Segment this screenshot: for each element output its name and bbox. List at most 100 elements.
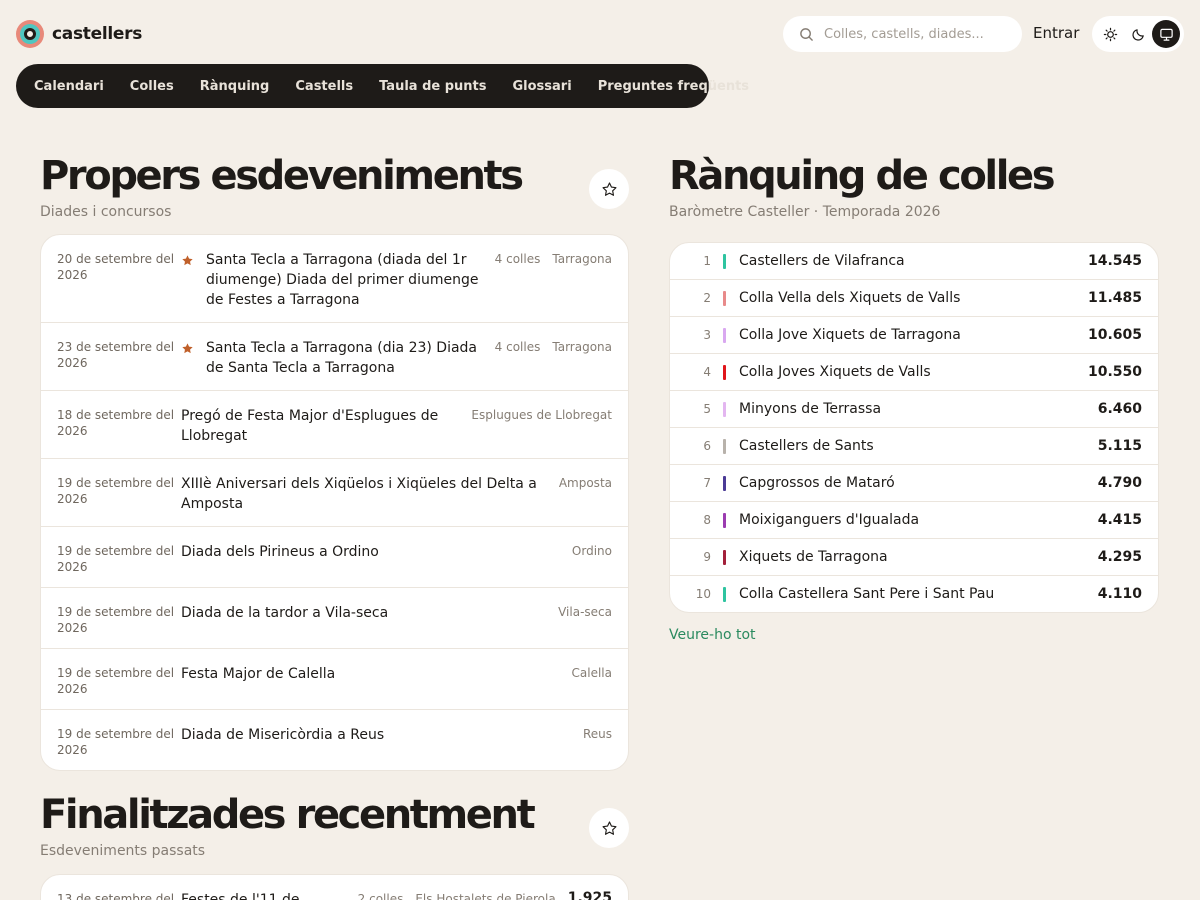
event-city: Vila-seca (558, 605, 612, 619)
event-name: Diada de Misericòrdia a Reus (181, 727, 385, 743)
event-name: Pregó de Festa Major d'Esplugues de Llob… (181, 408, 439, 444)
event-date: 19 de setembre del 2026 (57, 476, 175, 506)
colla-color-bar (723, 586, 726, 602)
search-icon (800, 27, 813, 41)
nav-item-taula-de-punts[interactable]: Taula de punts (379, 79, 486, 94)
table-row[interactable]: 7 Capgrossos de Mataró 4.790 (670, 464, 1158, 501)
table-row[interactable]: 2 Colla Vella dels Xiquets de Valls 11.485 (670, 279, 1158, 316)
colla-points: 5.115 (1097, 438, 1142, 454)
upcoming-title: Propers esdeveniments (40, 153, 524, 199)
list-item[interactable]: 23 de setembre del 2026 Santa Tecla a Tar… (41, 322, 628, 390)
search-box[interactable] (783, 16, 1022, 52)
colla-points: 6.460 (1097, 401, 1142, 417)
table-row[interactable]: 3 Colla Jove Xiquets de Tarragona 10.605 (670, 316, 1158, 353)
system-theme-button[interactable] (1152, 20, 1180, 48)
table-row[interactable]: 6 Castellers de Sants 5.115 (670, 427, 1158, 464)
list-item[interactable]: 19 de setembre del 2026 XIIIè Aniversari … (41, 458, 628, 526)
nav-item-calendari[interactable]: Calendari (34, 79, 104, 94)
rank-position: 2 (703, 291, 711, 305)
finished-events-list: 13 de setembre del Festes de l'11 de Set… (40, 874, 629, 900)
colla-points: 11.485 (1087, 290, 1142, 306)
nav-item-glossari[interactable]: Glossari (513, 79, 572, 94)
logo-text: castellers (52, 24, 143, 44)
colla-color-bar (723, 438, 726, 454)
colla-color-bar (723, 401, 726, 417)
colla-color-bar (723, 327, 726, 343)
table-row[interactable]: 8 Moixiganguers d'Igualada 4.415 (670, 501, 1158, 538)
rank-position: 1 (703, 254, 711, 268)
theme-switcher (1092, 16, 1184, 52)
upcoming-events-list: 20 de setembre del 2026 Santa Tecla a Tar… (40, 234, 629, 771)
event-city: Reus (582, 727, 612, 741)
search-input[interactable] (824, 26, 1004, 42)
event-name: Diada de la tardor a Vila-seca (181, 605, 389, 621)
rank-position: 6 (703, 439, 711, 453)
colla-name: Castellers de Vilafranca (739, 253, 905, 269)
colla-name: Colla Joves Xiquets de Valls (739, 364, 931, 380)
table-row[interactable]: 4 Colla Joves Xiquets de Valls 10.550 (670, 353, 1158, 390)
finished-title: Finalitzades recentment (40, 792, 536, 838)
colla-name: Castellers de Sants (739, 438, 874, 454)
rank-position: 5 (703, 402, 711, 416)
rank-position: 10 (695, 587, 711, 601)
colla-color-bar (723, 475, 726, 491)
colla-color-bar (723, 364, 726, 380)
event-date: 19 de setembre del 2026 (57, 666, 175, 696)
list-item[interactable]: 19 de setembre del 2026 Diada dels Pirine… (41, 526, 628, 587)
event-colles-count: 4 colles (494, 252, 541, 266)
star-outline-icon (601, 820, 617, 835)
event-name: Festes de l'11 de Setembre (181, 892, 300, 900)
colla-color-bar (723, 290, 726, 306)
event-city: Ordino (571, 544, 612, 558)
event-city: Esplugues de Llobregat (471, 408, 612, 422)
star-outline-icon (601, 181, 617, 196)
login-link[interactable]: Entrar (1033, 24, 1079, 42)
event-date: 19 de setembre del 2026 (57, 544, 175, 574)
nav-item-preguntes[interactable]: Preguntes freqüents (598, 79, 749, 94)
event-city: Tarragona (552, 340, 612, 354)
event-name: Santa Tecla a Tarragona (diada del 1r di… (206, 252, 479, 308)
event-city: Amposta (558, 476, 612, 490)
nav-item-colles[interactable]: Colles (130, 79, 174, 94)
colla-name: Moixiganguers d'Igualada (739, 512, 920, 528)
favorite-finished-button[interactable] (589, 808, 629, 848)
colla-points: 4.790 (1097, 475, 1142, 491)
event-city: Els Hostalets de Pierola (415, 892, 556, 900)
ranking-table: 1 Castellers de Vilafranca 14.545 2 Colla Ve… (669, 242, 1159, 613)
list-item[interactable]: 18 de setembre del 2026 Pregó de Festa Ma… (41, 390, 628, 458)
list-item[interactable]: 19 de setembre del 2026 Diada de Misericò… (41, 709, 628, 770)
list-item[interactable]: 13 de setembre del Festes de l'11 de Set… (41, 875, 628, 900)
colla-name: Xiquets de Tarragona (739, 549, 888, 565)
event-city: Calella (571, 666, 612, 680)
event-name: Santa Tecla a Tarragona (dia 23) Diada d… (206, 340, 478, 376)
list-item[interactable]: 19 de setembre del 2026 Festa Major de Ca… (41, 648, 628, 709)
event-name: Festa Major de Calella (181, 666, 336, 682)
finished-subtitle: Esdeveniments passats (40, 843, 206, 859)
upcoming-subtitle: Diades i concursos (40, 204, 172, 220)
ranking-subtitle: Baròmetre Casteller · Temporada 2026 (669, 204, 941, 220)
colla-color-bar (723, 549, 726, 565)
nav-item-ranquing[interactable]: Rànquing (200, 79, 270, 94)
colla-name: Capgrossos de Mataró (739, 475, 895, 491)
table-row[interactable]: 1 Castellers de Vilafranca 14.545 (670, 243, 1158, 279)
see-all-link[interactable]: Veure-ho tot (669, 627, 756, 643)
nav-item-castells[interactable]: Castells (295, 79, 353, 94)
event-date: 18 de setembre del 2026 (57, 408, 175, 438)
event-date: 19 de setembre del 2026 (57, 727, 175, 757)
list-item[interactable]: 19 de setembre del 2026 Diada de la tardo… (41, 587, 628, 648)
site-logo[interactable]: castellers (16, 20, 142, 48)
light-theme-button[interactable] (1096, 20, 1124, 48)
table-row[interactable]: 10 Colla Castellera Sant Pere i Sant Pau 4… (670, 575, 1158, 612)
favorite-upcoming-button[interactable] (589, 169, 629, 209)
event-date: 13 de setembre del (57, 892, 175, 900)
table-row[interactable]: 5 Minyons de Terrassa 6.460 (670, 390, 1158, 427)
sun-icon (1103, 27, 1117, 41)
moon-icon (1131, 28, 1144, 41)
colla-name: Colla Vella dels Xiquets de Valls (739, 290, 961, 306)
table-row[interactable]: 9 Xiquets de Tarragona 4.295 (670, 538, 1158, 575)
colla-name: Colla Castellera Sant Pere i Sant Pau (739, 586, 995, 602)
colla-points: 10.605 (1087, 327, 1142, 343)
ranking-title: Rànquing de colles (669, 153, 1056, 199)
dark-theme-button[interactable] (1124, 20, 1152, 48)
list-item[interactable]: 20 de setembre del 2026 Santa Tecla a Tar… (41, 235, 628, 322)
